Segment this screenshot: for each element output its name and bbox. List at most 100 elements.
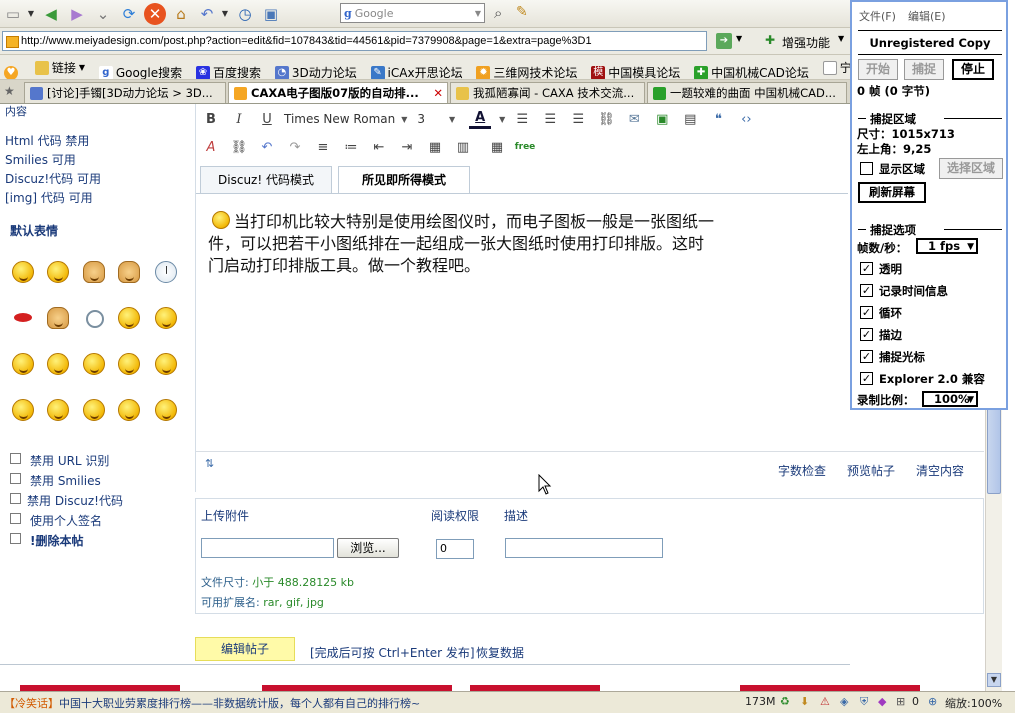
clear-content-link[interactable]: 清空内容	[916, 462, 964, 479]
cool-emoticon-icon[interactable]	[83, 353, 105, 375]
description-input[interactable]	[505, 538, 663, 558]
insert-table-icon[interactable]: ▦	[424, 137, 446, 157]
shocked-emoticon-icon[interactable]	[155, 399, 177, 421]
select-region-button[interactable]: 选择区域	[939, 158, 1003, 179]
disable-discuz-checkbox[interactable]	[10, 493, 21, 504]
resize-icon[interactable]: ⇅	[205, 458, 214, 469]
bookmark-cad[interactable]: ✚ 中国机械CAD论坛	[694, 60, 809, 79]
show-region-checkbox[interactable]	[860, 162, 873, 175]
bookmark-ningxia[interactable]: 宁夏职业技术学	[822, 55, 850, 79]
back-icon[interactable]: ◀	[40, 3, 62, 25]
star-icon[interactable]: ★	[4, 84, 15, 98]
font-select[interactable]: Times New Roman ▼	[284, 112, 407, 126]
scroll-down-icon[interactable]: ▼	[987, 673, 1001, 687]
bookmark-3d[interactable]: ◔ 3D动力论坛	[274, 60, 357, 79]
clock-emoticon-icon[interactable]	[155, 261, 177, 283]
chevron-down-icon[interactable]: ▼	[838, 34, 844, 43]
browse-button[interactable]: 浏览...	[337, 538, 399, 558]
stop-icon[interactable]: ✕	[144, 2, 166, 25]
explorer-compat-checkbox[interactable]: ✓	[860, 372, 873, 385]
history-icon[interactable]: ◷	[234, 3, 256, 25]
popup-icon[interactable]: ⚠	[820, 695, 830, 708]
bold-icon[interactable]: B	[200, 109, 222, 129]
disable-smilies-checkbox[interactable]	[10, 473, 21, 484]
bookmark-icax[interactable]: ✎ iCAx开思论坛	[370, 60, 463, 79]
ban-emoticon-icon[interactable]	[155, 353, 177, 375]
scale-select[interactable]: 100%	[922, 391, 978, 407]
sweat-emoticon-icon[interactable]	[155, 307, 177, 329]
align-left-icon[interactable]: ☰	[511, 109, 533, 129]
timestamp-checkbox[interactable]: ✓	[860, 284, 873, 297]
smile-emoticon-icon[interactable]	[12, 261, 34, 283]
word-count-link[interactable]: 字数检查	[778, 462, 826, 479]
lips-emoticon-icon[interactable]	[12, 307, 34, 329]
status-message[interactable]: 【冷笑话】中国十大职业劳累度排行榜——非数据统计版，每个人都有自己的排行榜~	[4, 695, 420, 711]
refresh-screen-button[interactable]: 刷新屏幕	[858, 182, 926, 203]
proxy-icon[interactable]: ◈	[840, 695, 848, 708]
snail-emoticon-icon[interactable]	[83, 307, 105, 329]
zoom-level[interactable]: 缩放:100%	[945, 695, 1002, 711]
close-tab-icon[interactable]: ✕	[433, 83, 443, 103]
read-permission-input[interactable]: 0	[436, 539, 474, 559]
image-icon[interactable]: ▣	[651, 109, 673, 129]
page-icon[interactable]: ▭	[2, 3, 24, 25]
highlight-icon[interactable]: ✎	[516, 4, 528, 20]
loop-checkbox[interactable]: ✓	[860, 306, 873, 319]
quote-icon[interactable]: ❝	[707, 109, 729, 129]
disable-url-checkbox[interactable]	[10, 453, 21, 464]
screen-icon[interactable]: ▣	[260, 3, 282, 25]
start-button[interactable]: 开始	[858, 59, 898, 80]
bookmark-baidu[interactable]: ❀ 百度搜索	[195, 60, 261, 79]
hug-emoticon-icon[interactable]	[83, 261, 105, 283]
download-icon[interactable]: ⬇	[800, 695, 809, 708]
delete-post-checkbox[interactable]	[10, 533, 21, 544]
menu-edit[interactable]: 编辑(E)	[908, 8, 946, 24]
chevron-down-icon[interactable]: ▼	[26, 9, 36, 18]
edit-post-button[interactable]: 编辑帖子	[195, 637, 295, 661]
font-color-icon[interactable]: A	[469, 109, 492, 129]
code-icon[interactable]: ‹›	[735, 109, 757, 129]
search-input[interactable]: g Google ▼	[340, 3, 485, 23]
enhance-button[interactable]: 增强功能	[782, 34, 830, 51]
align-right-icon[interactable]: ☰	[567, 109, 589, 129]
unlink-icon[interactable]: ⛓	[228, 137, 250, 157]
grin-emoticon-icon[interactable]	[47, 261, 69, 283]
redo-icon[interactable]: ↷	[284, 137, 306, 157]
transparent-checkbox[interactable]: ✓	[860, 262, 873, 275]
indent-icon[interactable]: ⇥	[396, 137, 418, 157]
chevron-down-icon[interactable]: ▼	[475, 9, 484, 18]
victory-emoticon-icon[interactable]	[118, 261, 140, 283]
remove-format-icon[interactable]: A	[200, 137, 222, 157]
pout-emoticon-icon[interactable]	[47, 353, 69, 375]
handshake-emoticon-icon[interactable]	[47, 307, 69, 329]
bookmark-google[interactable]: g Google搜索	[98, 60, 182, 79]
go-icon[interactable]: ➔	[716, 33, 732, 49]
use-signature-checkbox[interactable]	[10, 513, 21, 524]
tab-4[interactable]: 一题较难的曲面 中国机械CAD...	[647, 82, 847, 103]
happy-emoticon-icon[interactable]	[47, 399, 69, 421]
shy-emoticon-icon[interactable]	[12, 399, 34, 421]
chevron-down-icon[interactable]: ▼	[220, 9, 230, 18]
url-input[interactable]: http://www.meiyadesign.com/post.php?acti…	[2, 31, 707, 51]
history-down-icon[interactable]: ⌄	[92, 3, 114, 25]
chevron-down-icon[interactable]: ▼	[736, 34, 742, 43]
undo-icon[interactable]: ↶	[256, 137, 278, 157]
menu-file[interactable]: 文件(F)	[859, 8, 896, 24]
capture-button[interactable]: 捕捉	[904, 59, 944, 80]
fps-select[interactable]: 1 fps	[916, 238, 978, 254]
email-icon[interactable]: ✉	[623, 109, 645, 129]
scroll-thumb[interactable]	[987, 404, 1001, 494]
table-icon[interactable]: ▦	[486, 137, 508, 157]
free-icon[interactable]: free	[514, 137, 536, 157]
tab-1[interactable]: [讨论]手镯[3D动力论坛 > 3D...	[24, 82, 226, 103]
tab-wysiwyg-mode[interactable]: 所见即所得模式	[338, 166, 470, 194]
editor-text[interactable]: 当打印机比较大特别是使用绘图仪时，而电子图板一般是一张图纸一 件，可以把若干小图…	[208, 211, 852, 277]
block-icon[interactable]: ⊞	[896, 695, 905, 708]
outdent-icon[interactable]: ⇤	[368, 137, 390, 157]
laugh-emoticon-icon[interactable]	[118, 399, 140, 421]
wink-emoticon-icon[interactable]	[118, 307, 140, 329]
bookmark-3dweb[interactable]: ✹ 三维网技术论坛	[476, 60, 577, 79]
cry-emoticon-icon[interactable]	[118, 353, 140, 375]
bookmark-links[interactable]: 链接 ▼	[34, 55, 85, 79]
tongue-emoticon-icon[interactable]	[83, 399, 105, 421]
